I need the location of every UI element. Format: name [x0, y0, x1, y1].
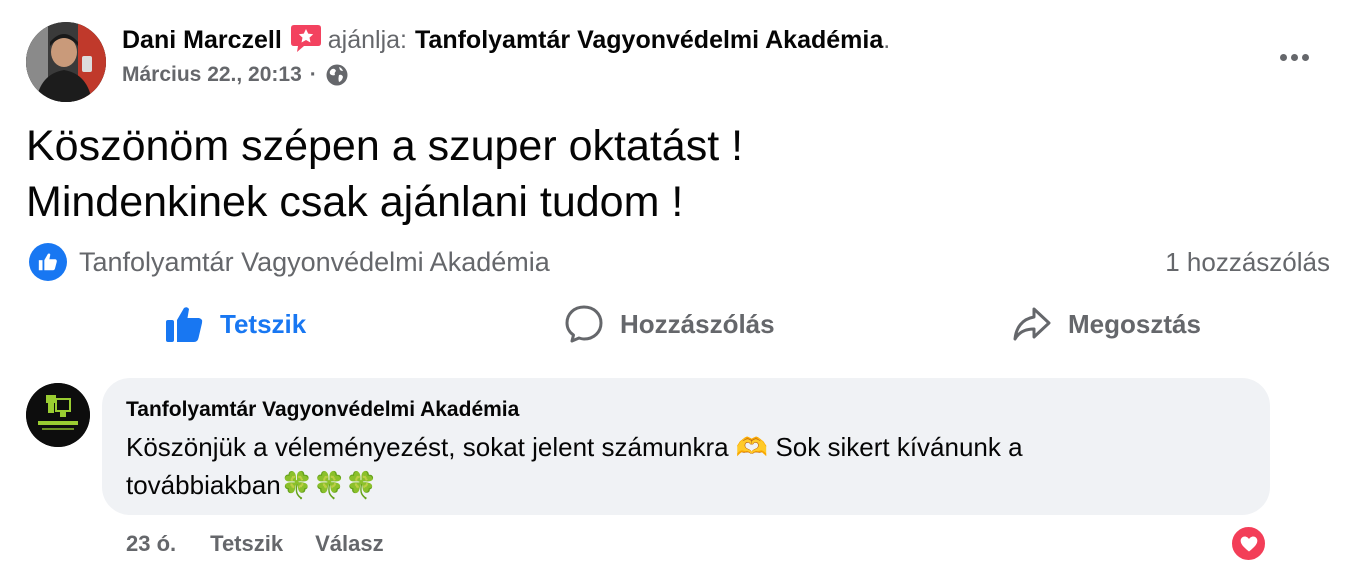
share-icon	[1013, 307, 1051, 341]
header-period: .	[883, 25, 891, 54]
author-avatar[interactable]	[26, 22, 106, 102]
post-header: Dani Marczell ajánlja: Tanfolyamtár Vagy…	[122, 24, 890, 56]
reactors-name[interactable]: Tanfolyamtár Vagyonvédelmi Akadémia	[79, 244, 550, 280]
share-button[interactable]: Megosztás	[1012, 302, 1201, 346]
more-options-icon[interactable]	[1272, 42, 1316, 72]
post-meta: Március 22., 20:13 ·	[122, 60, 349, 90]
comment-text-line: továbbiakban🍀🍀🍀	[126, 470, 378, 500]
post-timestamp[interactable]: Március 22., 20:13	[122, 63, 302, 87]
globe-icon[interactable]	[325, 63, 349, 87]
post-card: Dani Marczell ajánlja: Tanfolyamtár Vagy…	[0, 0, 1352, 566]
comment-text-line: Köszönjük a véleményezést, sokat jelent …	[126, 432, 1023, 462]
thumbs-up-icon	[166, 307, 203, 342]
comment-author[interactable]: Tanfolyamtár Vagyonvédelmi Akadémia	[126, 396, 1246, 424]
recommend-verb: ajánlja:	[327, 25, 408, 54]
like-button[interactable]: Tetszik	[164, 302, 306, 346]
comment-actions: 23 ó. Tetszik Válasz	[126, 528, 416, 560]
page-name-link[interactable]: Tanfolyamtár Vagyonvédelmi Akadémia	[415, 26, 883, 55]
comment-text: Köszönjük a véleményezést, sokat jelent …	[126, 428, 1246, 504]
post-text-line: Mindenkinek csak ajánlani tudom !	[26, 178, 684, 226]
post-text: Köszönöm szépen a szuper oktatást ! Mind…	[26, 118, 1316, 230]
like-icon[interactable]	[29, 243, 67, 281]
recommend-star-icon	[290, 23, 322, 53]
comment-icon	[565, 305, 603, 343]
heart-icon[interactable]	[1230, 525, 1267, 562]
comment-like-link[interactable]: Tetszik	[210, 531, 283, 557]
comment-bubble: Tanfolyamtár Vagyonvédelmi Akadémia Kösz…	[102, 378, 1270, 515]
like-button-label: Tetszik	[220, 308, 307, 339]
comment-button[interactable]: Hozzászólás	[564, 302, 775, 346]
comment-reply-link[interactable]: Válasz	[315, 531, 384, 557]
comment-count[interactable]: 1 hozzászólás	[1165, 244, 1330, 280]
post-text-line: Köszönöm szépen a szuper oktatást !	[26, 122, 744, 170]
share-button-label: Megosztás	[1068, 308, 1201, 339]
meta-separator: ·	[309, 63, 317, 86]
commenter-avatar[interactable]	[26, 383, 90, 447]
author-name[interactable]: Dani Marczell	[122, 26, 282, 55]
comment-button-label: Hozzászólás	[620, 308, 775, 339]
comment-time[interactable]: 23 ó.	[126, 531, 176, 557]
